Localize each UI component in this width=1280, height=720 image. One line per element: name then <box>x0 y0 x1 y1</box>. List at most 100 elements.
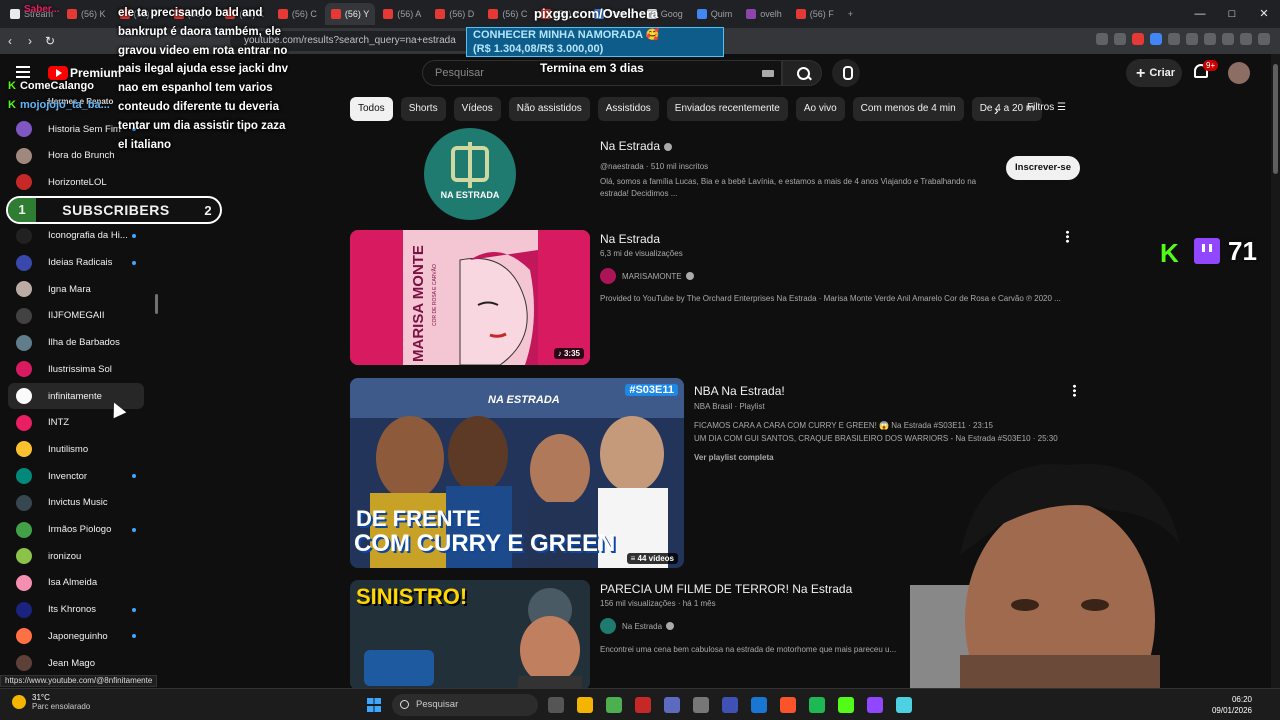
taskbar-search[interactable]: Pesquisar <box>392 694 538 716</box>
browser-tab[interactable]: ovelh <box>740 3 788 25</box>
task-view-icon[interactable] <box>548 697 564 713</box>
sidebar-item[interactable]: Isa Almeida <box>8 570 144 596</box>
more-icon[interactable] <box>1073 384 1076 397</box>
sidebar-item[interactable]: Ideias Radicais <box>8 250 144 276</box>
filter-chip[interactable]: Com menos de 4 min <box>852 97 964 121</box>
new-tab-button[interactable]: + <box>842 3 859 25</box>
extension-icon[interactable] <box>1168 33 1180 45</box>
browser-tab[interactable]: (56) Y <box>324 3 376 25</box>
mic-icon[interactable] <box>832 59 860 87</box>
video-thumbnail[interactable]: MARISA MONTE COR DE ROSA E CARVÃO ♪ 3:35 <box>350 230 590 365</box>
steam-icon[interactable] <box>751 697 767 713</box>
opera-icon[interactable] <box>635 697 651 713</box>
playlist-meta[interactable]: NBA Brasil · Playlist <box>694 402 765 411</box>
channel-avatar[interactable]: NA ESTRADA <box>424 128 516 220</box>
sidebar-scrollbar[interactable] <box>155 294 158 314</box>
sidebar-item[interactable]: Ilustrissima Sol <box>8 356 144 382</box>
filters-button[interactable]: Filtros ☰ <box>1027 102 1066 113</box>
minimize-button[interactable]: — <box>1184 0 1216 28</box>
channel-avatar-small[interactable] <box>600 618 616 634</box>
create-button[interactable]: + Criar <box>1126 59 1182 87</box>
playlist-item-2[interactable]: UM DIA COM GUI SANTOS, CRAQUE BRASILEIRO… <box>694 434 1058 443</box>
sidebar-item[interactable]: Its Khronos <box>8 597 144 623</box>
extension-icon[interactable] <box>1240 33 1252 45</box>
youtube-brand[interactable]: Premium <box>70 66 121 80</box>
spotify-icon[interactable] <box>809 697 825 713</box>
sidebar-item[interactable]: Invenctor <box>8 463 144 489</box>
sidebar-item[interactable]: Jean Mago <box>8 650 144 676</box>
filter-chip[interactable]: Enviados recentemente <box>666 97 788 121</box>
browser-tab[interactable]: (56) D <box>429 3 480 25</box>
filter-chip[interactable]: Vídeos <box>453 97 501 121</box>
extension-icon[interactable] <box>1096 33 1108 45</box>
windows-start-icon[interactable] <box>367 698 381 712</box>
sidebar-item[interactable]: Invictus Music <box>8 490 144 516</box>
avatar[interactable] <box>1228 62 1250 84</box>
playlist-title[interactable]: NBA Na Estrada! <box>694 384 785 398</box>
sidebar-item[interactable]: IIJFOMEGAII <box>8 303 144 329</box>
channel-avatar-small[interactable] <box>600 268 616 284</box>
extension-icon[interactable] <box>1150 33 1162 45</box>
close-window-button[interactable]: ✕ <box>1248 0 1280 28</box>
forward-icon[interactable]: › <box>20 34 40 48</box>
sidebar-item[interactable]: Ilha de Barbados <box>8 330 144 356</box>
extension-icon[interactable] <box>1258 33 1270 45</box>
channel-handle: @naestrada · 510 mil inscritos <box>600 162 709 171</box>
extension-icon[interactable] <box>1204 33 1216 45</box>
extension-icon[interactable] <box>1132 33 1144 45</box>
app-icon[interactable] <box>722 697 738 713</box>
keyboard-icon[interactable] <box>762 70 774 77</box>
reload-icon[interactable]: ↻ <box>40 34 60 48</box>
twitch-app-icon[interactable] <box>867 697 883 713</box>
playlist-item-1[interactable]: FICAMOS CARA A CARA COM CURRY E GREEN! 😱… <box>694 421 993 430</box>
discord-icon[interactable] <box>664 697 680 713</box>
file-explorer-icon[interactable] <box>577 697 593 713</box>
sidebar-item[interactable]: Irmãos Piologo <box>8 517 144 543</box>
sidebar-item[interactable]: Igna Mara <box>8 276 144 302</box>
filter-chip[interactable]: Ao vivo <box>795 97 845 121</box>
browser-tab[interactable]: (56) K <box>61 3 112 25</box>
kick-app-icon[interactable] <box>838 697 854 713</box>
brave-icon[interactable] <box>780 697 796 713</box>
sidebar-item[interactable]: ironizou <box>8 543 144 569</box>
sidebar-item[interactable]: HorizonteLOL <box>8 169 144 195</box>
page-scrollbar[interactable] <box>1271 54 1280 688</box>
channel-name[interactable]: Na Estrada <box>600 139 673 153</box>
video-thumbnail[interactable]: SINISTRO! <box>350 580 590 690</box>
browser-tab[interactable]: (56) C <box>482 3 533 25</box>
sidebar-item[interactable]: Inutilismo <box>8 436 144 462</box>
menu-icon[interactable] <box>16 66 30 78</box>
extension-icon[interactable] <box>1222 33 1234 45</box>
youtube-logo-icon[interactable] <box>48 66 68 80</box>
sidebar-item[interactable]: infinitamente <box>8 383 144 409</box>
browser-tab[interactable]: Quim <box>691 3 739 25</box>
video-channel[interactable]: Na Estrada <box>622 622 675 631</box>
clock[interactable]: 06:20 09/01/2026 <box>1212 694 1252 716</box>
video-title[interactable]: PARECIA UM FILME DE TERROR! Na Estrada <box>600 582 852 596</box>
view-playlist-link[interactable]: Ver playlist completa <box>694 453 774 462</box>
scrollbar-thumb[interactable] <box>1273 64 1278 174</box>
app-icon[interactable] <box>896 697 912 713</box>
search-button[interactable] <box>782 60 822 86</box>
video-channel[interactable]: MARISAMONTE <box>622 272 694 281</box>
video-title[interactable]: Na Estrada <box>600 232 660 246</box>
filter-chip[interactable]: Todos <box>350 97 393 121</box>
filter-chip[interactable]: Assistidos <box>597 97 659 121</box>
more-icon[interactable] <box>1066 230 1069 243</box>
back-icon[interactable]: ‹ <box>0 34 20 48</box>
maximize-button[interactable]: □ <box>1216 0 1248 28</box>
filter-chip[interactable]: Shorts <box>400 97 446 121</box>
sidebar-item[interactable]: Japoneguinho <box>8 623 144 649</box>
weather-widget[interactable]: 31°C Parc ensolarado <box>12 693 90 711</box>
extension-icon[interactable] <box>1186 33 1198 45</box>
browser-tab[interactable]: (56) F <box>790 3 840 25</box>
filter-chip[interactable]: Não assistidos <box>508 97 590 121</box>
chrome-icon[interactable] <box>606 697 622 713</box>
sidebar-item[interactable]: Iconografia da Hi... <box>8 223 144 249</box>
subscribe-button[interactable]: Inscrever-se <box>1006 156 1080 180</box>
obs-icon[interactable] <box>693 697 709 713</box>
browser-tab[interactable]: (56) A <box>377 3 427 25</box>
chevron-right-icon[interactable]: › <box>994 102 999 118</box>
extension-icon[interactable] <box>1114 33 1126 45</box>
playlist-thumbnail[interactable]: #S03E11 NA ESTRADA DE FRENTE COM CURRY E… <box>350 378 684 568</box>
